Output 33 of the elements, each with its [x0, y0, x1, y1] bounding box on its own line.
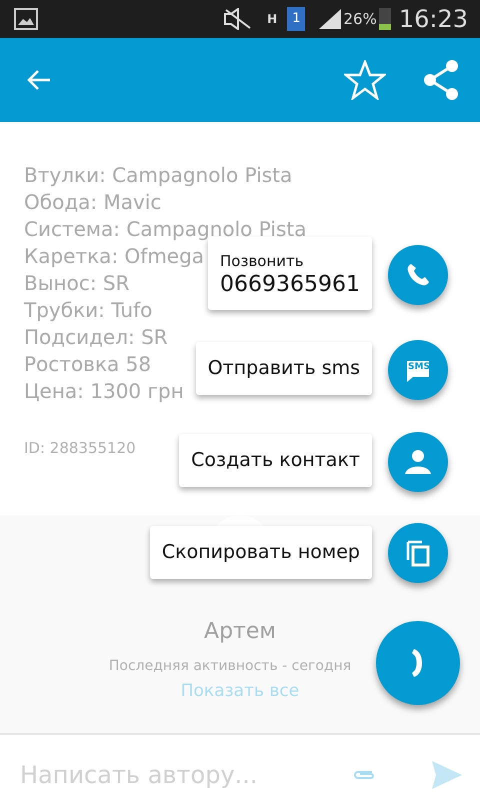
action-label: Позвонить: [220, 251, 304, 272]
spec-line: Ростовка 58: [24, 351, 152, 378]
mute-icon: [223, 8, 254, 30]
copy-action-card[interactable]: Скопировать номер: [150, 526, 372, 579]
battery-icon: [378, 8, 391, 30]
spec-line: Вынос: SR: [24, 270, 130, 297]
contact-action-card[interactable]: Создать контакт: [179, 434, 372, 487]
spec-line: Каретка: Ofmega: [24, 243, 204, 270]
listing-id: ID: 288355120: [24, 438, 136, 459]
battery-percent: 26%: [343, 8, 377, 30]
network-label: H: [267, 11, 278, 28]
phone-number: 0669365961: [220, 272, 360, 297]
image-icon: [14, 8, 38, 30]
star-icon[interactable]: [344, 60, 386, 100]
person-icon: [403, 447, 433, 477]
back-icon[interactable]: [26, 68, 52, 92]
sms-label: SMS: [408, 363, 430, 372]
share-icon[interactable]: [422, 59, 460, 101]
sms-action-card[interactable]: Отправить sms: [196, 342, 372, 395]
spec-line: Обода: Mavic: [24, 189, 162, 216]
spec-line: Цена: 1300 грн: [24, 378, 184, 405]
call-action-card[interactable]: Позвонить 0669365961: [208, 237, 372, 310]
clock: 16:23: [398, 4, 468, 35]
contact-button[interactable]: [388, 432, 448, 492]
sim-badge: 1: [287, 7, 306, 31]
paperclip-icon[interactable]: [352, 768, 376, 782]
spec-line: Втулки: Campagnolo Pista: [24, 162, 292, 189]
call-button[interactable]: [388, 245, 448, 305]
signal-icon: [319, 9, 342, 29]
seller-name: Артем: [203, 618, 277, 646]
spec-line: Подсидел: SR: [24, 324, 168, 351]
spec-line: Трубки: Tufo: [24, 297, 152, 324]
last-activity: Последняя активность - сегодня: [108, 657, 352, 676]
